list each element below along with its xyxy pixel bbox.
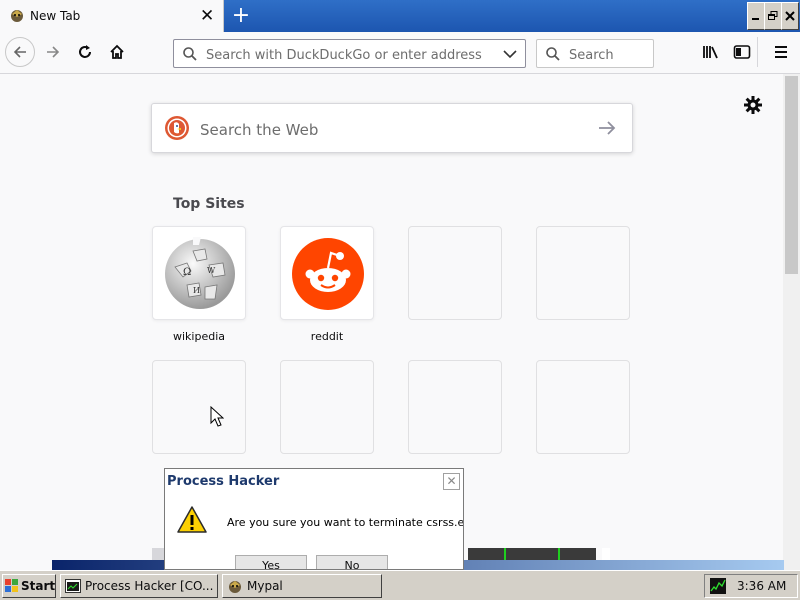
dialog-message: Are you sure you want to terminate csrss… xyxy=(227,516,464,529)
search-bar[interactable] xyxy=(536,39,654,68)
back-button[interactable] xyxy=(5,37,35,67)
top-site-empty-slot xyxy=(408,226,502,320)
library-icon xyxy=(703,46,718,59)
taskbar-item-label: Process Hacker [CO... xyxy=(85,579,214,593)
web-search-input[interactable] xyxy=(198,119,582,141)
dialog-titlebar[interactable]: Process Hacker ✕ xyxy=(165,469,463,496)
clock[interactable]: 3:36 AM xyxy=(737,579,786,593)
gear-icon[interactable] xyxy=(741,93,765,117)
chevron-down-icon[interactable] xyxy=(503,48,517,60)
search-input[interactable] xyxy=(567,45,651,65)
dialog-close-button[interactable]: ✕ xyxy=(443,473,460,490)
reddit-logo-icon xyxy=(292,238,364,310)
sidebar-icon xyxy=(733,45,751,59)
tab-title: New Tab xyxy=(30,9,81,23)
hamburger-menu-icon xyxy=(775,46,787,58)
tab-new-tab[interactable]: New Tab ✕ xyxy=(0,0,224,32)
new-tab-button[interactable]: + xyxy=(228,0,254,32)
svg-text:W: W xyxy=(207,266,216,275)
top-site-label: reddit xyxy=(310,330,344,343)
window-close-button[interactable] xyxy=(781,2,799,30)
mouse-cursor-icon xyxy=(210,406,224,427)
back-arrow-icon xyxy=(13,46,26,58)
search-icon xyxy=(183,47,197,61)
search-icon xyxy=(546,47,560,61)
top-site-empty-slot xyxy=(536,226,630,320)
menu-button[interactable] xyxy=(766,37,796,67)
background-window-edge xyxy=(602,548,610,560)
no-button[interactable]: No xyxy=(316,555,388,569)
home-icon xyxy=(110,44,124,59)
background-window-graph xyxy=(468,548,596,560)
scrollbar-thumb[interactable] xyxy=(785,76,798,274)
svg-text:Ω: Ω xyxy=(183,267,191,278)
top-sites-heading: Top Sites xyxy=(173,196,245,212)
forward-arrow-icon xyxy=(47,46,60,58)
top-site-tile-wikipedia[interactable]: Ω W И xyxy=(152,226,246,320)
navigation-toolbar xyxy=(0,32,800,74)
start-label: Start xyxy=(21,579,56,593)
tab-close-icon[interactable]: ✕ xyxy=(200,6,214,26)
toolbar-divider xyxy=(757,37,758,67)
reload-icon xyxy=(79,45,91,58)
arrow-right-icon[interactable] xyxy=(598,120,616,136)
window-close-icon xyxy=(785,11,795,21)
background-window-edge xyxy=(152,548,164,560)
process-hacker-tray-icon[interactable] xyxy=(710,578,726,594)
taskbar-item-mypal[interactable]: Mypal xyxy=(222,574,382,598)
restore-button[interactable] xyxy=(764,2,782,30)
taskbar-item-label: Mypal xyxy=(247,579,283,593)
windows-logo-icon xyxy=(5,579,18,592)
top-site-empty-slot xyxy=(408,360,502,454)
taskbar-item-process-hacker[interactable]: Process Hacker [CO... xyxy=(60,574,218,598)
address-bar[interactable] xyxy=(173,39,526,68)
start-button[interactable]: Start xyxy=(2,574,56,598)
yes-button[interactable]: Yes xyxy=(235,555,307,569)
library-button[interactable] xyxy=(696,37,726,67)
top-site-label: wikipedia xyxy=(172,330,225,343)
svg-text:И: И xyxy=(193,286,200,295)
wikipedia-logo-icon: Ω W И xyxy=(165,237,235,309)
dialog-title: Process Hacker xyxy=(167,474,280,489)
taskbar: Start Process Hacker [CO... Mypal 3:36 A… xyxy=(0,570,800,600)
top-site-empty-slot xyxy=(152,360,246,454)
forward-button[interactable] xyxy=(38,37,68,67)
sidebar-button[interactable] xyxy=(727,37,757,67)
confirm-dialog: Process Hacker ✕ Are you sure you want t… xyxy=(164,468,464,570)
mypal-icon xyxy=(229,581,241,593)
minimize-button[interactable] xyxy=(747,2,765,30)
web-search-box[interactable] xyxy=(151,103,633,153)
restore-icon xyxy=(768,11,778,20)
warning-icon xyxy=(177,506,207,533)
top-site-empty-slot xyxy=(536,360,630,454)
duckduckgo-logo-icon xyxy=(165,116,189,140)
minimize-icon xyxy=(752,18,759,20)
mypal-favicon-icon xyxy=(11,10,23,22)
process-hacker-icon xyxy=(65,579,81,593)
home-button[interactable] xyxy=(102,37,132,67)
reload-button[interactable] xyxy=(70,37,100,67)
system-tray: 3:36 AM xyxy=(704,574,798,598)
top-site-empty-slot xyxy=(280,360,374,454)
dialog-body: Are you sure you want to terminate csrss… xyxy=(165,496,464,569)
address-input[interactable] xyxy=(204,45,498,65)
top-site-tile-reddit[interactable] xyxy=(280,226,374,320)
tab-strip: New Tab ✕ + xyxy=(0,0,800,32)
